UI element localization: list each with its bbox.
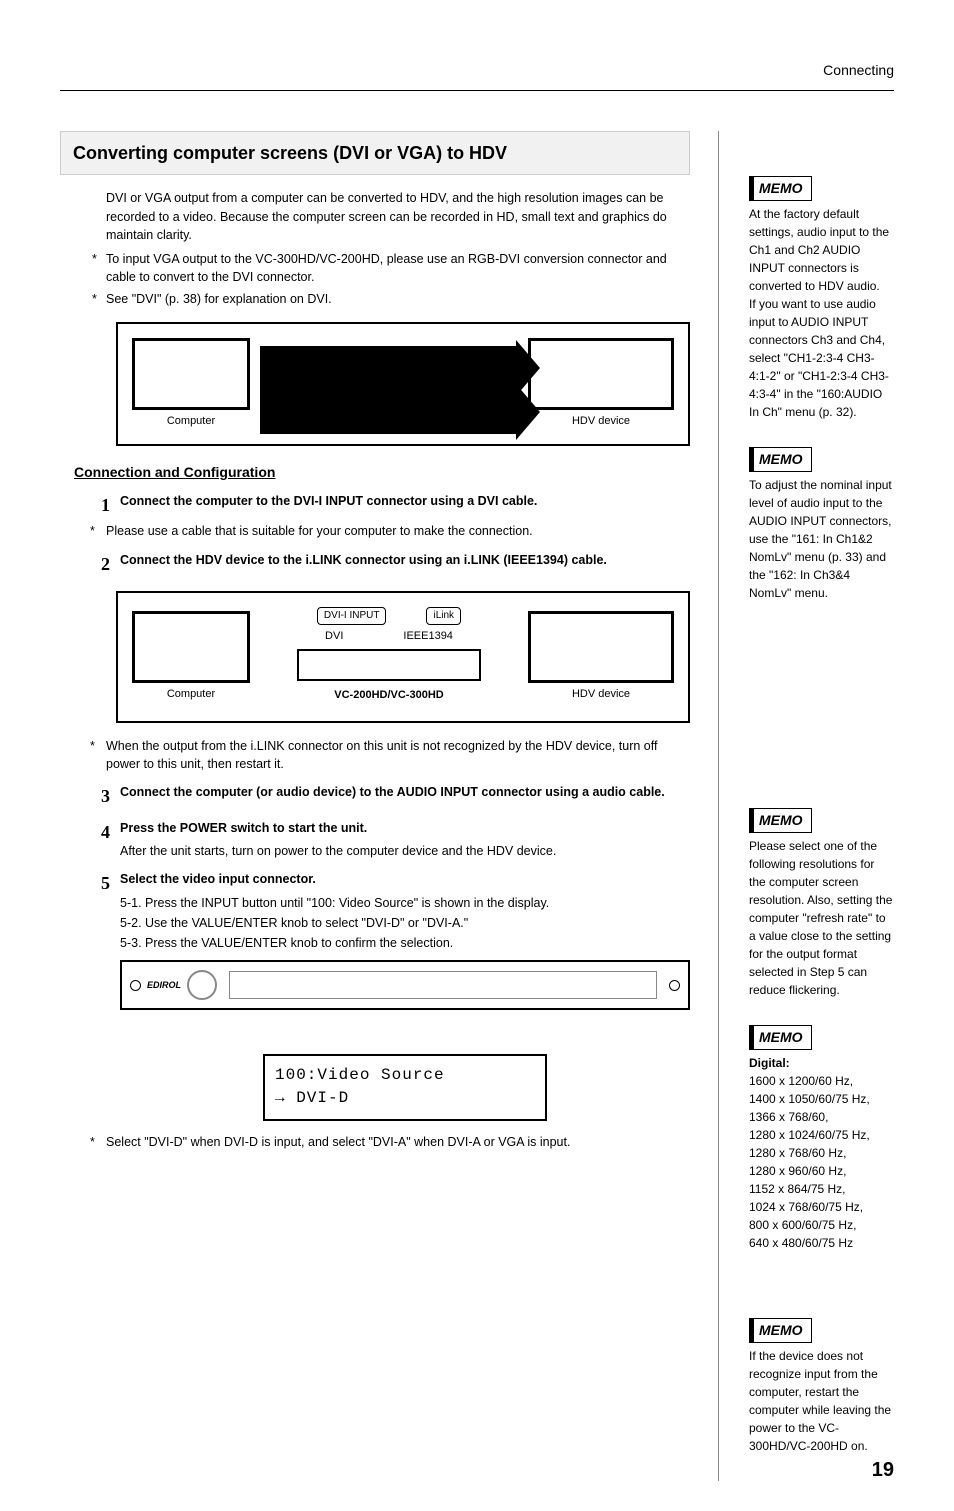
memo-4: MEMO Digital: 1600 x 1200/60 Hz, 1400 x … [749,1025,894,1252]
step-1: 1 Connect the computer to the DVI-I INPU… [90,492,690,518]
page-number: 19 [872,1456,894,1485]
step-5: 5 Select the video input connector. 5-1.… [90,870,690,1121]
step2-note: When the output from the i.LINK connecto… [90,737,690,773]
page: Connecting Converting computer screens (… [0,0,954,1511]
top-note-2: See "DVI" (p. 38) for explanation on DVI… [92,290,690,308]
memo-2: MEMO To adjust the nominal input level o… [749,447,894,602]
label-ieee1394: IEEE1394 [403,629,453,645]
memo-badge-label: MEMO [754,180,803,196]
port-dvi-i-input: DVI-I INPUT [317,607,387,626]
memo1-text: At the factory default settings, audio i… [749,205,894,421]
subheading: Connection and Configuration [74,462,690,482]
memo-badge-label: MEMO [754,451,803,467]
memo4-list: 1600 x 1200/60 Hz, 1400 x 1050/60/75 Hz,… [749,1072,894,1252]
page-title: Converting computer screens (DVI or VGA)… [60,131,690,175]
top-note-1: To input VGA output to the VC-300HD/VC-2… [92,250,690,286]
header-section: Connecting [60,60,894,80]
main-column: Converting computer screens (DVI or VGA)… [60,131,719,1481]
diagram2-mid-label: VC-200HD/VC-300HD [324,685,453,707]
intro-text: DVI or VGA output from a computer can be… [106,189,690,243]
step5-title: Select the video input connector. [120,870,690,888]
memo-badge-label: MEMO [754,812,803,828]
step1-title: Connect the computer to the DVI-I INPUT … [120,492,690,510]
memo-1: MEMO At the factory default settings, au… [749,176,894,421]
step2-title: Connect the HDV device to the i.LINK con… [120,551,690,569]
front-panel-illustration: EDIROL [120,960,690,1010]
sidebar: MEMO At the factory default settings, au… [749,131,894,1481]
memo-badge-label: MEMO [754,1029,803,1045]
diagram1-right-caption: HDV device [572,414,630,430]
memo5-text: If the device does not recognize input f… [749,1347,894,1455]
step-2: 2 Connect the HDV device to the i.LINK c… [90,551,690,577]
step5-sub1: 5-1. Press the INPUT button until "100: … [120,894,690,912]
value-enter-knob-icon [187,970,217,1000]
diagram2-left-caption: Computer [167,687,215,703]
memo3-text: Please select one of the following resol… [749,837,894,999]
step5-note: Select "DVI-D" when DVI-D is input, and … [90,1133,690,1151]
lcd-line2: → DVI-D [275,1087,535,1110]
diagram2-right-caption: HDV device [572,687,630,703]
lcd-line1: 100:Video Source [275,1064,535,1087]
step5-sub3: 5-3. Press the VALUE/ENTER knob to confi… [120,934,690,952]
step3-title: Connect the computer (or audio device) t… [120,783,690,801]
diagram-connection: Computer DVI-I INPUT iLink DVI IEEE1394 … [116,591,690,723]
label-dvi: DVI [325,629,343,645]
port-ilink: iLink [426,607,461,626]
step1-note: Please use a cable that is suitable for … [90,522,690,540]
header-rule [60,90,894,91]
step4-title: Press the POWER switch to start the unit… [120,819,690,837]
step-4: 4 Press the POWER switch to start the un… [90,819,690,859]
step5-sub2: 5-2. Use the VALUE/ENTER knob to select … [120,914,690,932]
step-3: 3 Connect the computer (or audio device)… [90,783,690,809]
diagram1-left-caption: Computer [167,414,215,430]
memo-3: MEMO Please select one of the following … [749,808,894,999]
lcd-display: 100:Video Source → DVI-D [263,1054,547,1120]
memo-badge-label: MEMO [754,1322,803,1338]
memo2-text: To adjust the nominal input level of aud… [749,476,894,602]
step4-body: After the unit starts, turn on power to … [120,842,690,860]
diagram-overview: Computer VC-200HD / VC-300HD HDV device [116,322,690,446]
memo4-label: Digital: [749,1054,894,1072]
panel-brand: EDIROL [147,979,181,992]
memo-5: MEMO If the device does not recognize in… [749,1318,894,1455]
columns: Converting computer screens (DVI or VGA)… [60,131,894,1481]
